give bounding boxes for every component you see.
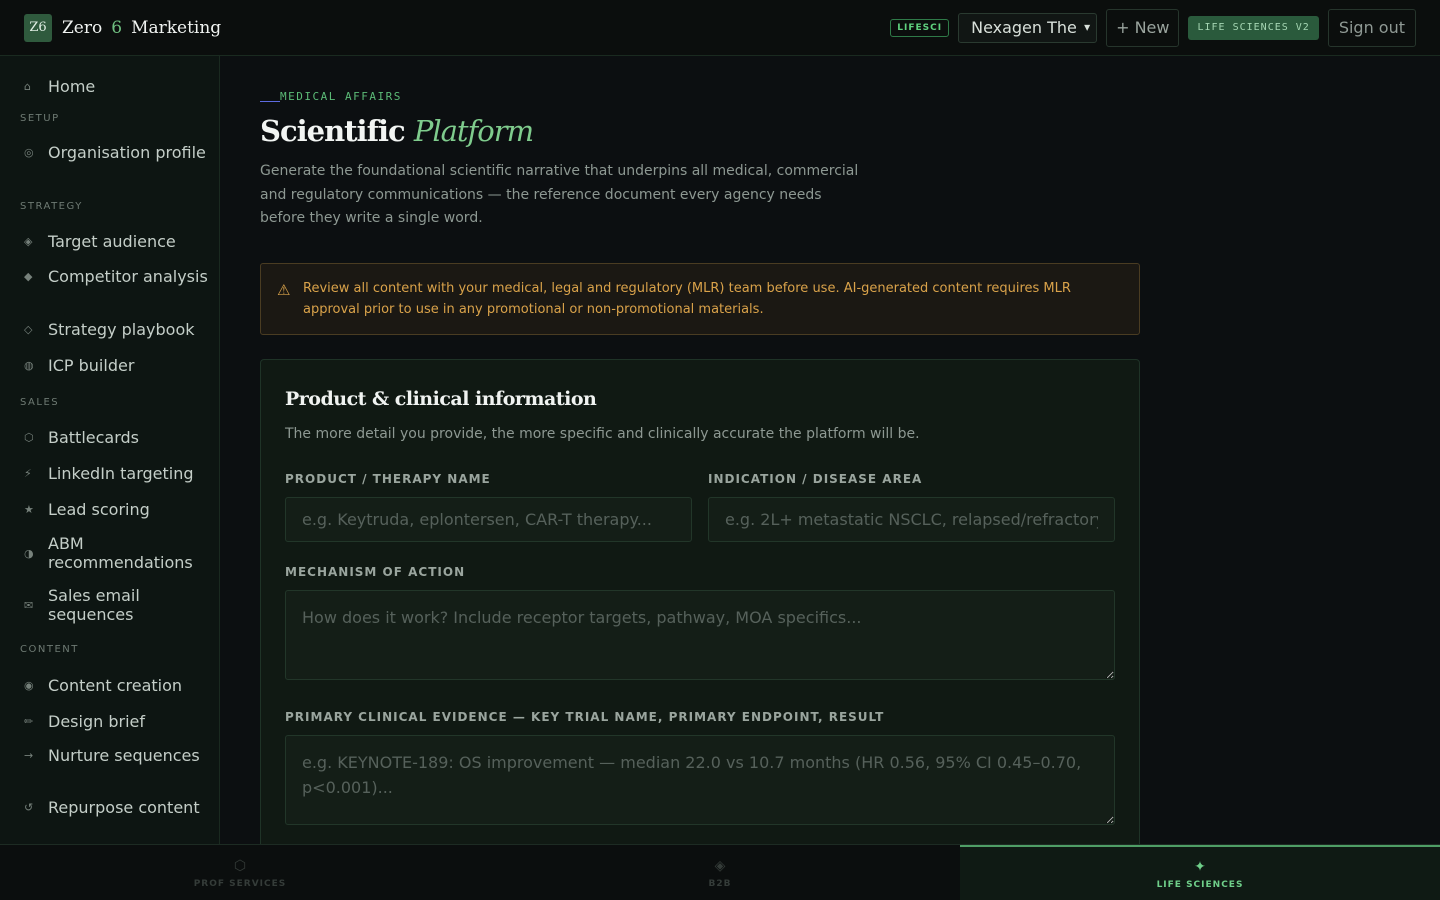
section-label-setup: SETUP [20,113,60,124]
eyebrow-line [260,101,280,102]
sparkle-icon: ✦ [1194,858,1206,875]
lightning-icon: ⚡ [24,467,32,480]
indication-label: INDICATION / DISEASE AREA [708,472,923,486]
sidebar-item-linkedin-targeting[interactable]: ⚡ LinkedIn targeting [0,464,219,483]
envelope-icon: ✉ [24,598,34,612]
sidebar-item-nurture-sequences[interactable]: → Nurture sequences [0,746,219,765]
page-eyebrow: MEDICAL AFFAIRS [260,90,402,103]
sidebar-item-label: Home [48,77,96,96]
mlr-warning-banner: ⚠ Review all content with your medical, … [260,263,1140,335]
brand-name-part3: Marketing [131,17,222,38]
tab-label: LIFE SCIENCES [1156,879,1244,890]
header-actions: LIFESCI Nexagen The ▾ + New LIFE SCIENCE… [890,8,1416,47]
sidebar-item-label: Organisation profile [48,143,206,162]
card-title: Product & clinical information [285,388,597,410]
warning-icon: ⚠ [277,281,291,299]
arrow-right-icon: → [24,749,34,762]
env-badge: LIFESCI [890,18,950,37]
chevron-down-icon: ▾ [1084,19,1091,34]
sidebar: ⌂ Home SETUP ◎ Organisation profile STRA… [0,56,220,844]
bullseye-icon: ◉ [24,679,34,692]
new-button[interactable]: + New [1106,8,1180,47]
sidebar-item-competitor-analysis[interactable]: ◆ Competitor analysis [0,267,219,286]
hexagon-icon: ⬡ [233,857,247,874]
main-content: MEDICAL AFFAIRS Scientific Platform Gene… [220,56,1440,844]
sidebar-item-target-audience[interactable]: ◈ Target audience [0,232,219,251]
refresh-icon: ↺ [24,801,34,814]
sign-out-button[interactable]: Sign out [1327,8,1416,47]
brand-name-part2: 6 [111,17,123,38]
sidebar-item-label: Design brief [48,712,145,731]
globe-icon: ◍ [24,359,34,372]
sidebar-item-label: Competitor analysis [48,267,208,286]
tab-label: PROF SERVICES [193,878,287,889]
clinical-evidence-textarea[interactable] [285,735,1115,825]
sidebar-item-abm-recommendations[interactable]: ◑ ABM recommendations [0,534,219,572]
org-select[interactable]: Nexagen The ▾ [958,12,1098,43]
diamond-filled-icon: ◆ [24,270,33,283]
moa-label: MECHANISM OF ACTION [285,565,466,579]
top-bar: Z6 Zero 6 Marketing LIFESCI Nexagen The ▾ … [0,0,1440,56]
sidebar-item-repurpose-content[interactable]: ↺ Repurpose content [0,798,219,817]
logo-mark: Z6 [24,13,52,42]
sidebar-item-label: Strategy playbook [48,320,195,339]
brand-name-part1: Zero [62,17,103,38]
page-title-main: Scientific [260,114,406,148]
sidebar-item-label: LinkedIn targeting [48,464,194,483]
sidebar-item-label: Repurpose content [48,798,200,817]
eyebrow-text: MEDICAL AFFAIRS [280,90,402,103]
sidebar-item-label: Lead scoring [48,500,150,519]
product-info-card: Product & clinical information The more … [260,359,1140,844]
diamond-outline-icon: ◇ [24,323,33,336]
sidebar-item-design-brief[interactable]: ✏ Design brief [0,712,219,731]
sidebar-item-label: Battlecards [48,428,140,447]
tab-life-sciences[interactable]: ✦ LIFE SCIENCES [960,845,1440,900]
product-name-input[interactable] [285,497,692,542]
sidebar-item-label: Content creation [48,676,183,695]
sidebar-item-sales-email-sequences[interactable]: ✉ Sales email sequences [0,586,219,624]
section-label-strategy: STRATEGY [20,201,83,212]
sidebar-item-lead-scoring[interactable]: ★ Lead scoring [0,500,219,519]
half-circle-icon: ◑ [24,546,34,560]
tab-prof-services[interactable]: ⬡ PROF SERVICES [0,845,480,900]
product-name-label: PRODUCT / THERAPY NAME [285,472,491,486]
tab-b2b[interactable]: ◈ B2B [480,845,960,900]
sidebar-item-label: Sales email sequences [48,586,140,624]
diamond-dot-icon: ◈ [714,857,726,874]
mode-badge: LIFE SCIENCES V2 [1188,15,1319,40]
page-title: Scientific Platform [260,114,534,148]
indication-input[interactable] [708,497,1115,542]
page-title-accent: Platform [413,114,534,148]
tab-label: B2B [708,878,732,889]
home-icon: ⌂ [24,80,31,93]
card-subtitle: The more detail you provide, the more sp… [285,426,920,442]
brand-name: Zero 6 Marketing [62,18,221,38]
sidebar-item-organisation-profile[interactable]: ◎ Organisation profile [0,143,219,162]
warning-text: Review all content with your medical, le… [303,281,1071,317]
bottom-tab-bar: ⬡ PROF SERVICES ◈ B2B ✦ LIFE SCIENCES [0,844,1440,900]
sidebar-item-label: Nurture sequences [48,746,200,765]
pencil-icon: ✏ [24,715,34,728]
org-select-value: Nexagen The [971,18,1077,37]
sidebar-item-label: Target audience [48,232,176,251]
section-label-content: CONTENT [20,644,79,655]
sidebar-item-home[interactable]: ⌂ Home [0,77,219,96]
target-icon: ◎ [24,146,34,159]
sidebar-item-battlecards[interactable]: ⬡ Battlecards [0,428,219,447]
sidebar-item-label: ICP builder [48,356,135,375]
sidebar-item-icp-builder[interactable]: ◍ ICP builder [0,356,219,375]
section-label-sales: SALES [20,397,60,408]
sidebar-item-strategy-playbook[interactable]: ◇ Strategy playbook [0,320,219,339]
sidebar-item-label: ABM recommendations [48,534,193,572]
page-description: Generate the foundational scientific nar… [260,163,859,226]
clinical-evidence-label: PRIMARY CLINICAL EVIDENCE — KEY TRIAL NA… [285,710,885,724]
sidebar-item-content-creation[interactable]: ◉ Content creation [0,676,219,695]
diamond-dot-icon: ◈ [24,235,33,248]
hexagon-icon: ⬡ [24,431,34,444]
brand-logo[interactable]: Z6 Zero 6 Marketing [24,13,221,42]
moa-textarea[interactable] [285,590,1115,680]
star-icon: ★ [24,503,34,516]
